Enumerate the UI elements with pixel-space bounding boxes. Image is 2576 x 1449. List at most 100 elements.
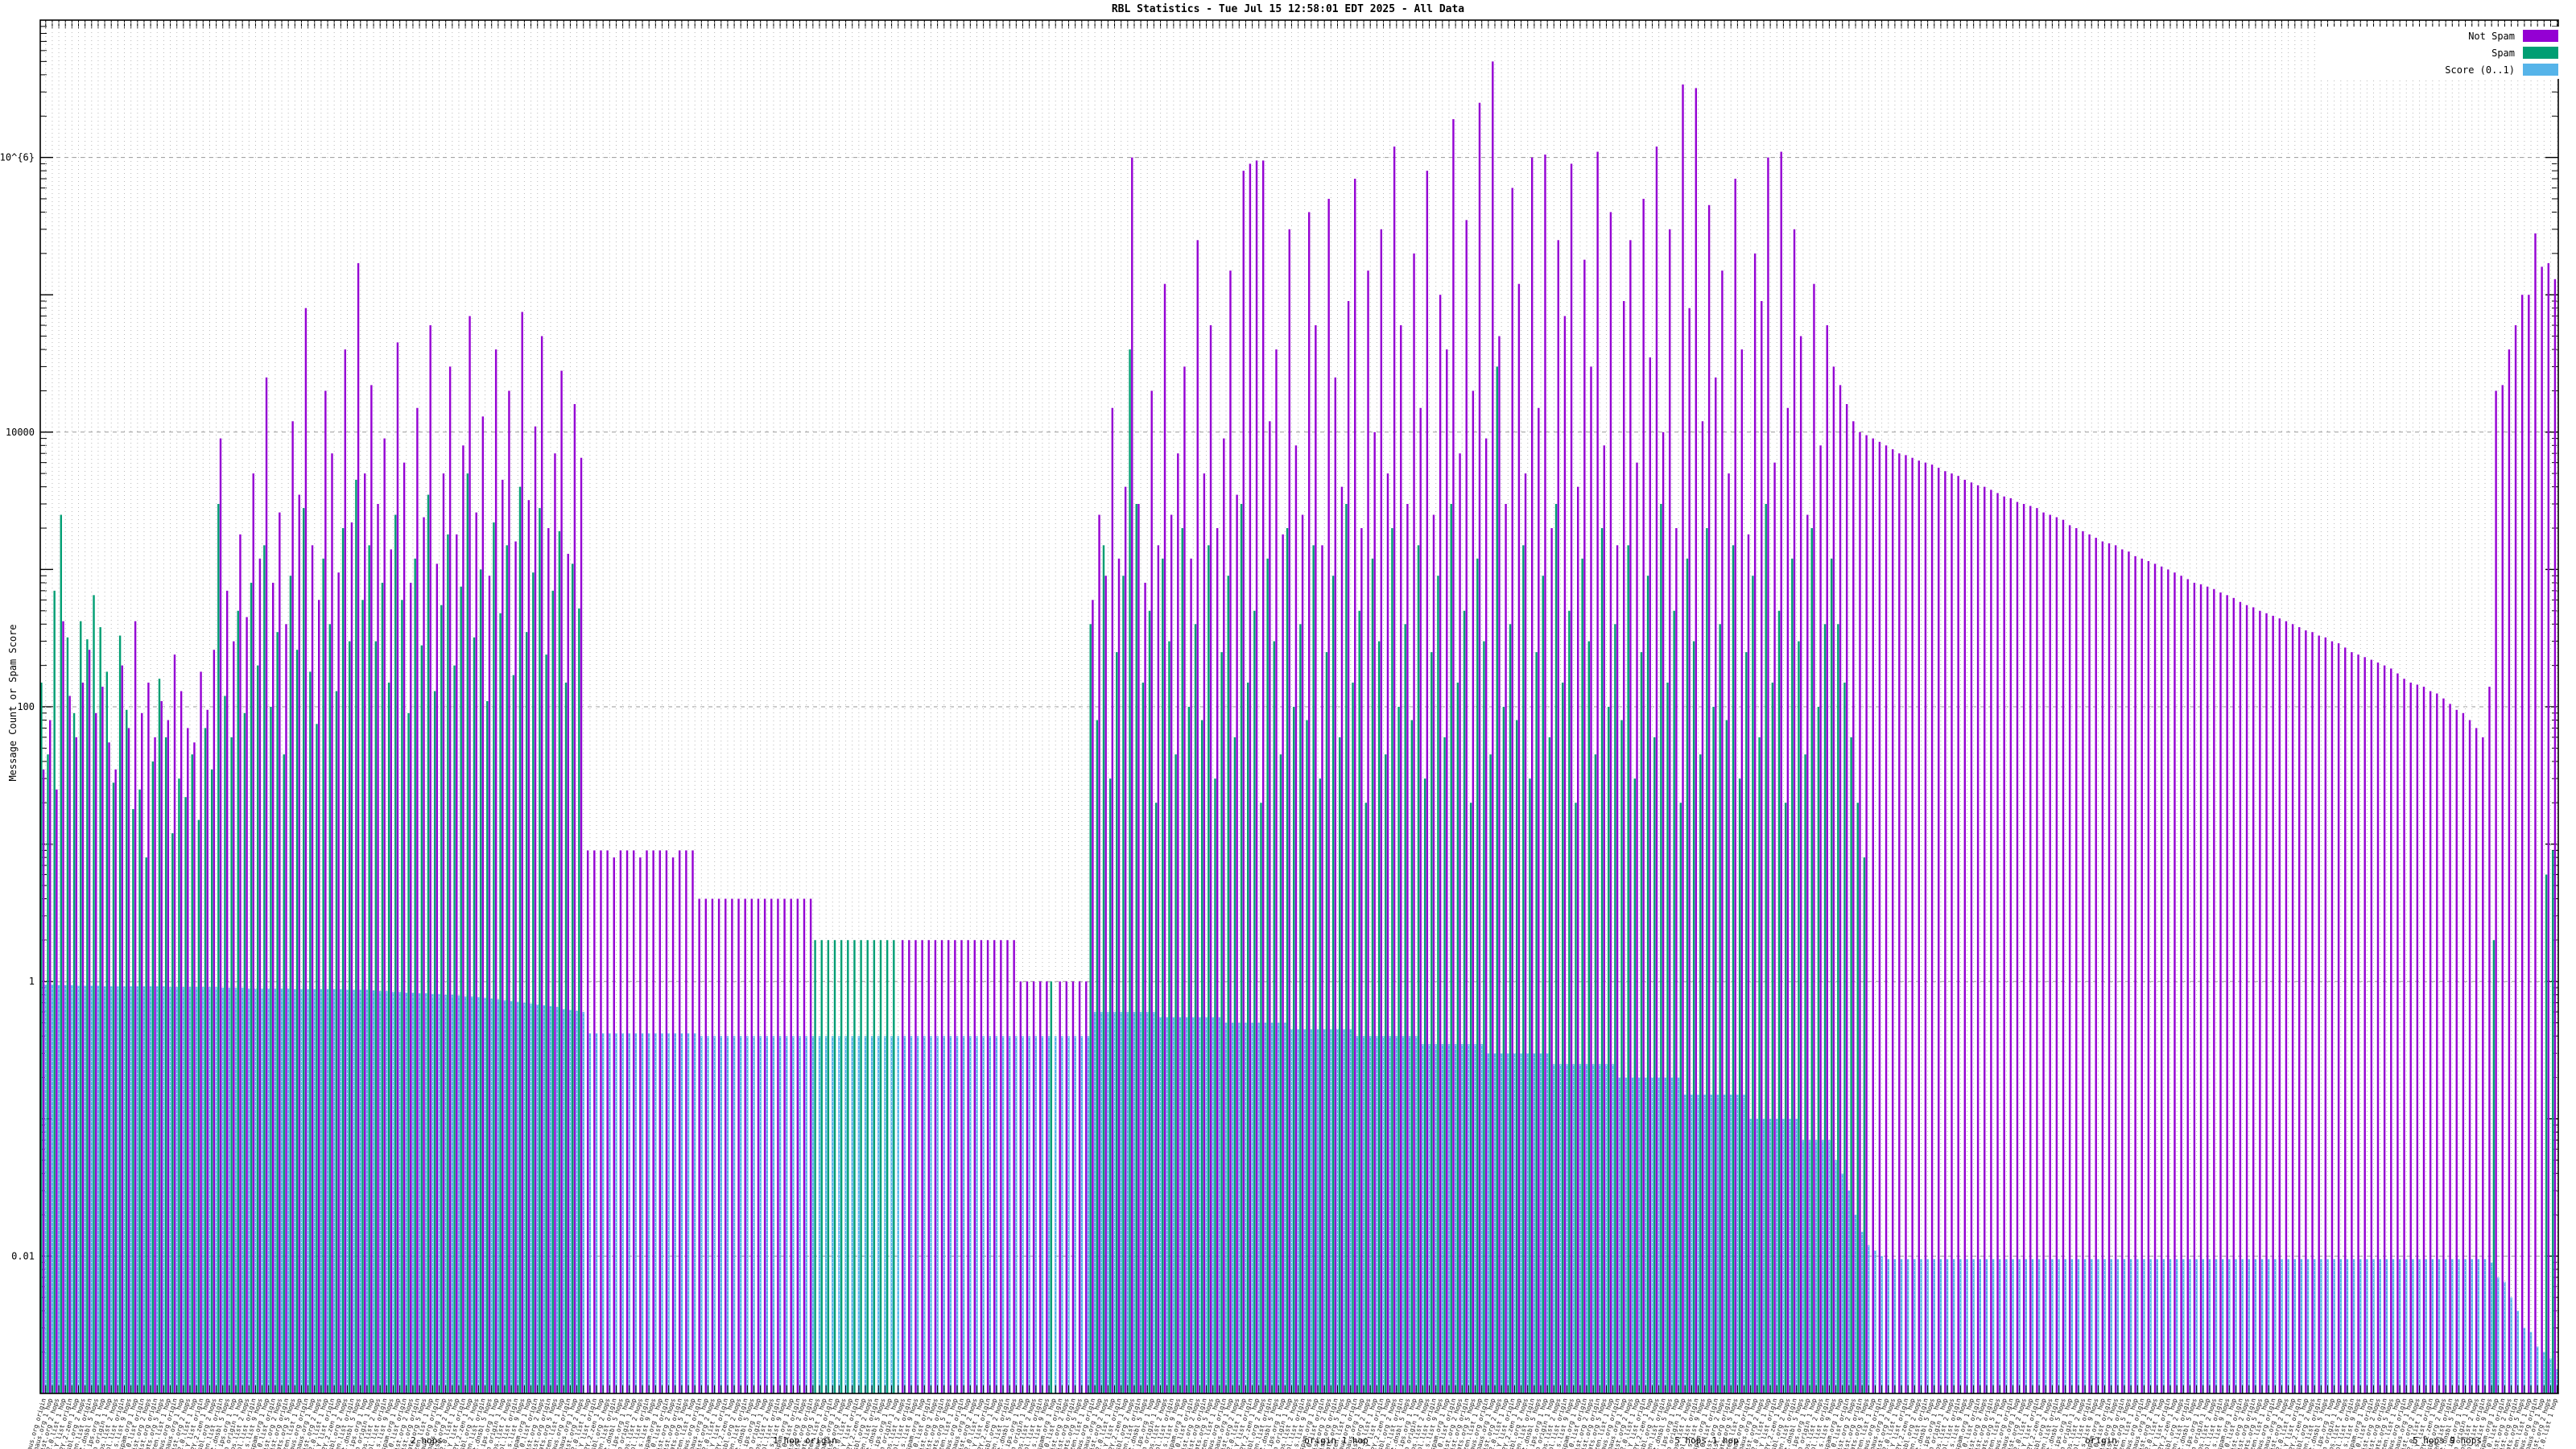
bar-not-spam xyxy=(691,850,693,1393)
bar-score xyxy=(1743,1095,1744,1393)
bar-score xyxy=(1880,1256,1882,1393)
bar-spam xyxy=(237,611,239,1393)
bar-score xyxy=(1907,1259,1909,1393)
bar-not-spam xyxy=(403,463,405,1393)
bar-not-spam xyxy=(1558,240,1559,1393)
bar-not-spam xyxy=(1787,408,1789,1393)
bar-not-spam xyxy=(429,325,431,1393)
bar-spam xyxy=(1234,737,1236,1393)
bar-spam xyxy=(322,559,324,1393)
bar-score xyxy=(563,1009,564,1393)
bar-spam xyxy=(1149,611,1150,1393)
bar-spam xyxy=(1620,720,1622,1393)
bar-score xyxy=(2012,1259,2013,1393)
bar-spam xyxy=(1804,754,1806,1393)
bar-spam xyxy=(303,508,304,1393)
bar-score xyxy=(2189,1259,2190,1393)
bar-spam xyxy=(1712,707,1714,1393)
bar-spam xyxy=(165,737,167,1393)
bar-score xyxy=(2235,1259,2236,1393)
bar-score xyxy=(1776,1119,1777,1393)
bar-not-spam xyxy=(1708,205,1710,1393)
bar-score xyxy=(1232,1023,1233,1393)
bar-not-spam xyxy=(2154,564,2156,1393)
bar-spam xyxy=(1090,624,1092,1393)
bar-score xyxy=(2392,1259,2394,1393)
bar-not-spam xyxy=(1977,485,1979,1393)
bar-spam xyxy=(401,600,402,1393)
bar-spam xyxy=(486,701,488,1393)
bar-score xyxy=(1717,1095,1719,1393)
bar-score xyxy=(91,986,93,1393)
bar-score xyxy=(1638,1077,1640,1393)
bar-spam xyxy=(1122,576,1124,1393)
bar-not-spam xyxy=(1571,163,1572,1393)
bar-spam xyxy=(526,632,527,1393)
bar-not-spam xyxy=(560,371,562,1393)
bar-not-spam xyxy=(1302,515,1303,1393)
bars-layer xyxy=(40,61,2558,1393)
bar-not-spam xyxy=(522,312,523,1393)
y-tick-label: 100 xyxy=(17,701,35,712)
bar-score xyxy=(2005,1259,2007,1393)
top-axis-ticks xyxy=(46,20,2557,28)
bar-not-spam xyxy=(495,349,497,1393)
bar-not-spam xyxy=(568,554,569,1393)
bar-score xyxy=(2202,1259,2204,1393)
bar-not-spam xyxy=(1839,385,1841,1393)
bar-not-spam xyxy=(790,898,791,1393)
bar-not-spam xyxy=(2095,538,2097,1393)
bar-not-spam xyxy=(1616,545,1618,1393)
bar-spam xyxy=(1457,683,1459,1393)
bar-score xyxy=(1665,1077,1666,1393)
bar-score xyxy=(406,993,407,1393)
bar-not-spam xyxy=(685,850,687,1393)
bar-not-spam xyxy=(1170,515,1172,1393)
bar-not-spam xyxy=(2062,520,2064,1393)
bar-not-spam xyxy=(1892,449,1893,1393)
bar-not-spam xyxy=(574,404,576,1393)
bar-score xyxy=(2084,1259,2086,1393)
bar-score xyxy=(2379,1259,2380,1393)
bar-not-spam xyxy=(2475,728,2477,1393)
bar-not-spam xyxy=(1446,349,1447,1393)
bar-spam xyxy=(349,642,350,1393)
bar-not-spam xyxy=(1459,453,1460,1393)
bar-spam xyxy=(1142,683,1144,1393)
legend: Not Spam Spam Score (0..1) xyxy=(2315,27,2560,79)
bar-score xyxy=(2458,1259,2459,1393)
bar-not-spam xyxy=(1249,163,1251,1393)
bar-score xyxy=(2025,1259,2027,1393)
bar-not-spam xyxy=(2541,266,2542,1393)
bar-score xyxy=(412,993,414,1393)
bar-spam xyxy=(257,666,258,1393)
bar-not-spam xyxy=(1177,453,1179,1393)
bar-score xyxy=(464,997,466,1393)
bar-not-spam xyxy=(2056,518,2058,1393)
bar-not-spam xyxy=(2088,535,2090,1393)
bar-score xyxy=(2294,1259,2296,1393)
bar-score xyxy=(2182,1259,2184,1393)
bar-score xyxy=(2314,1259,2315,1393)
bar-not-spam xyxy=(2207,587,2208,1393)
bar-not-spam xyxy=(1072,981,1074,1393)
bar-not-spam xyxy=(2252,607,2254,1393)
bar-spam xyxy=(138,790,140,1393)
bar-spam xyxy=(867,940,869,1393)
bar-spam xyxy=(99,627,101,1393)
bar-score xyxy=(77,986,79,1393)
bar-spam xyxy=(1168,642,1170,1393)
bar-spam xyxy=(1253,611,1255,1393)
bar-score xyxy=(379,991,381,1393)
bar-not-spam xyxy=(2082,531,2083,1393)
bar-not-spam xyxy=(1754,254,1756,1393)
bar-spam xyxy=(1699,754,1701,1393)
bar-not-spam xyxy=(1590,366,1591,1393)
bar-not-spam xyxy=(390,549,392,1393)
bar-spam xyxy=(499,613,501,1393)
bar-spam xyxy=(893,940,894,1393)
bar-not-spam xyxy=(698,898,700,1393)
bar-spam xyxy=(539,508,540,1393)
bar-not-spam xyxy=(1905,455,1906,1393)
bar-spam xyxy=(1595,754,1596,1393)
